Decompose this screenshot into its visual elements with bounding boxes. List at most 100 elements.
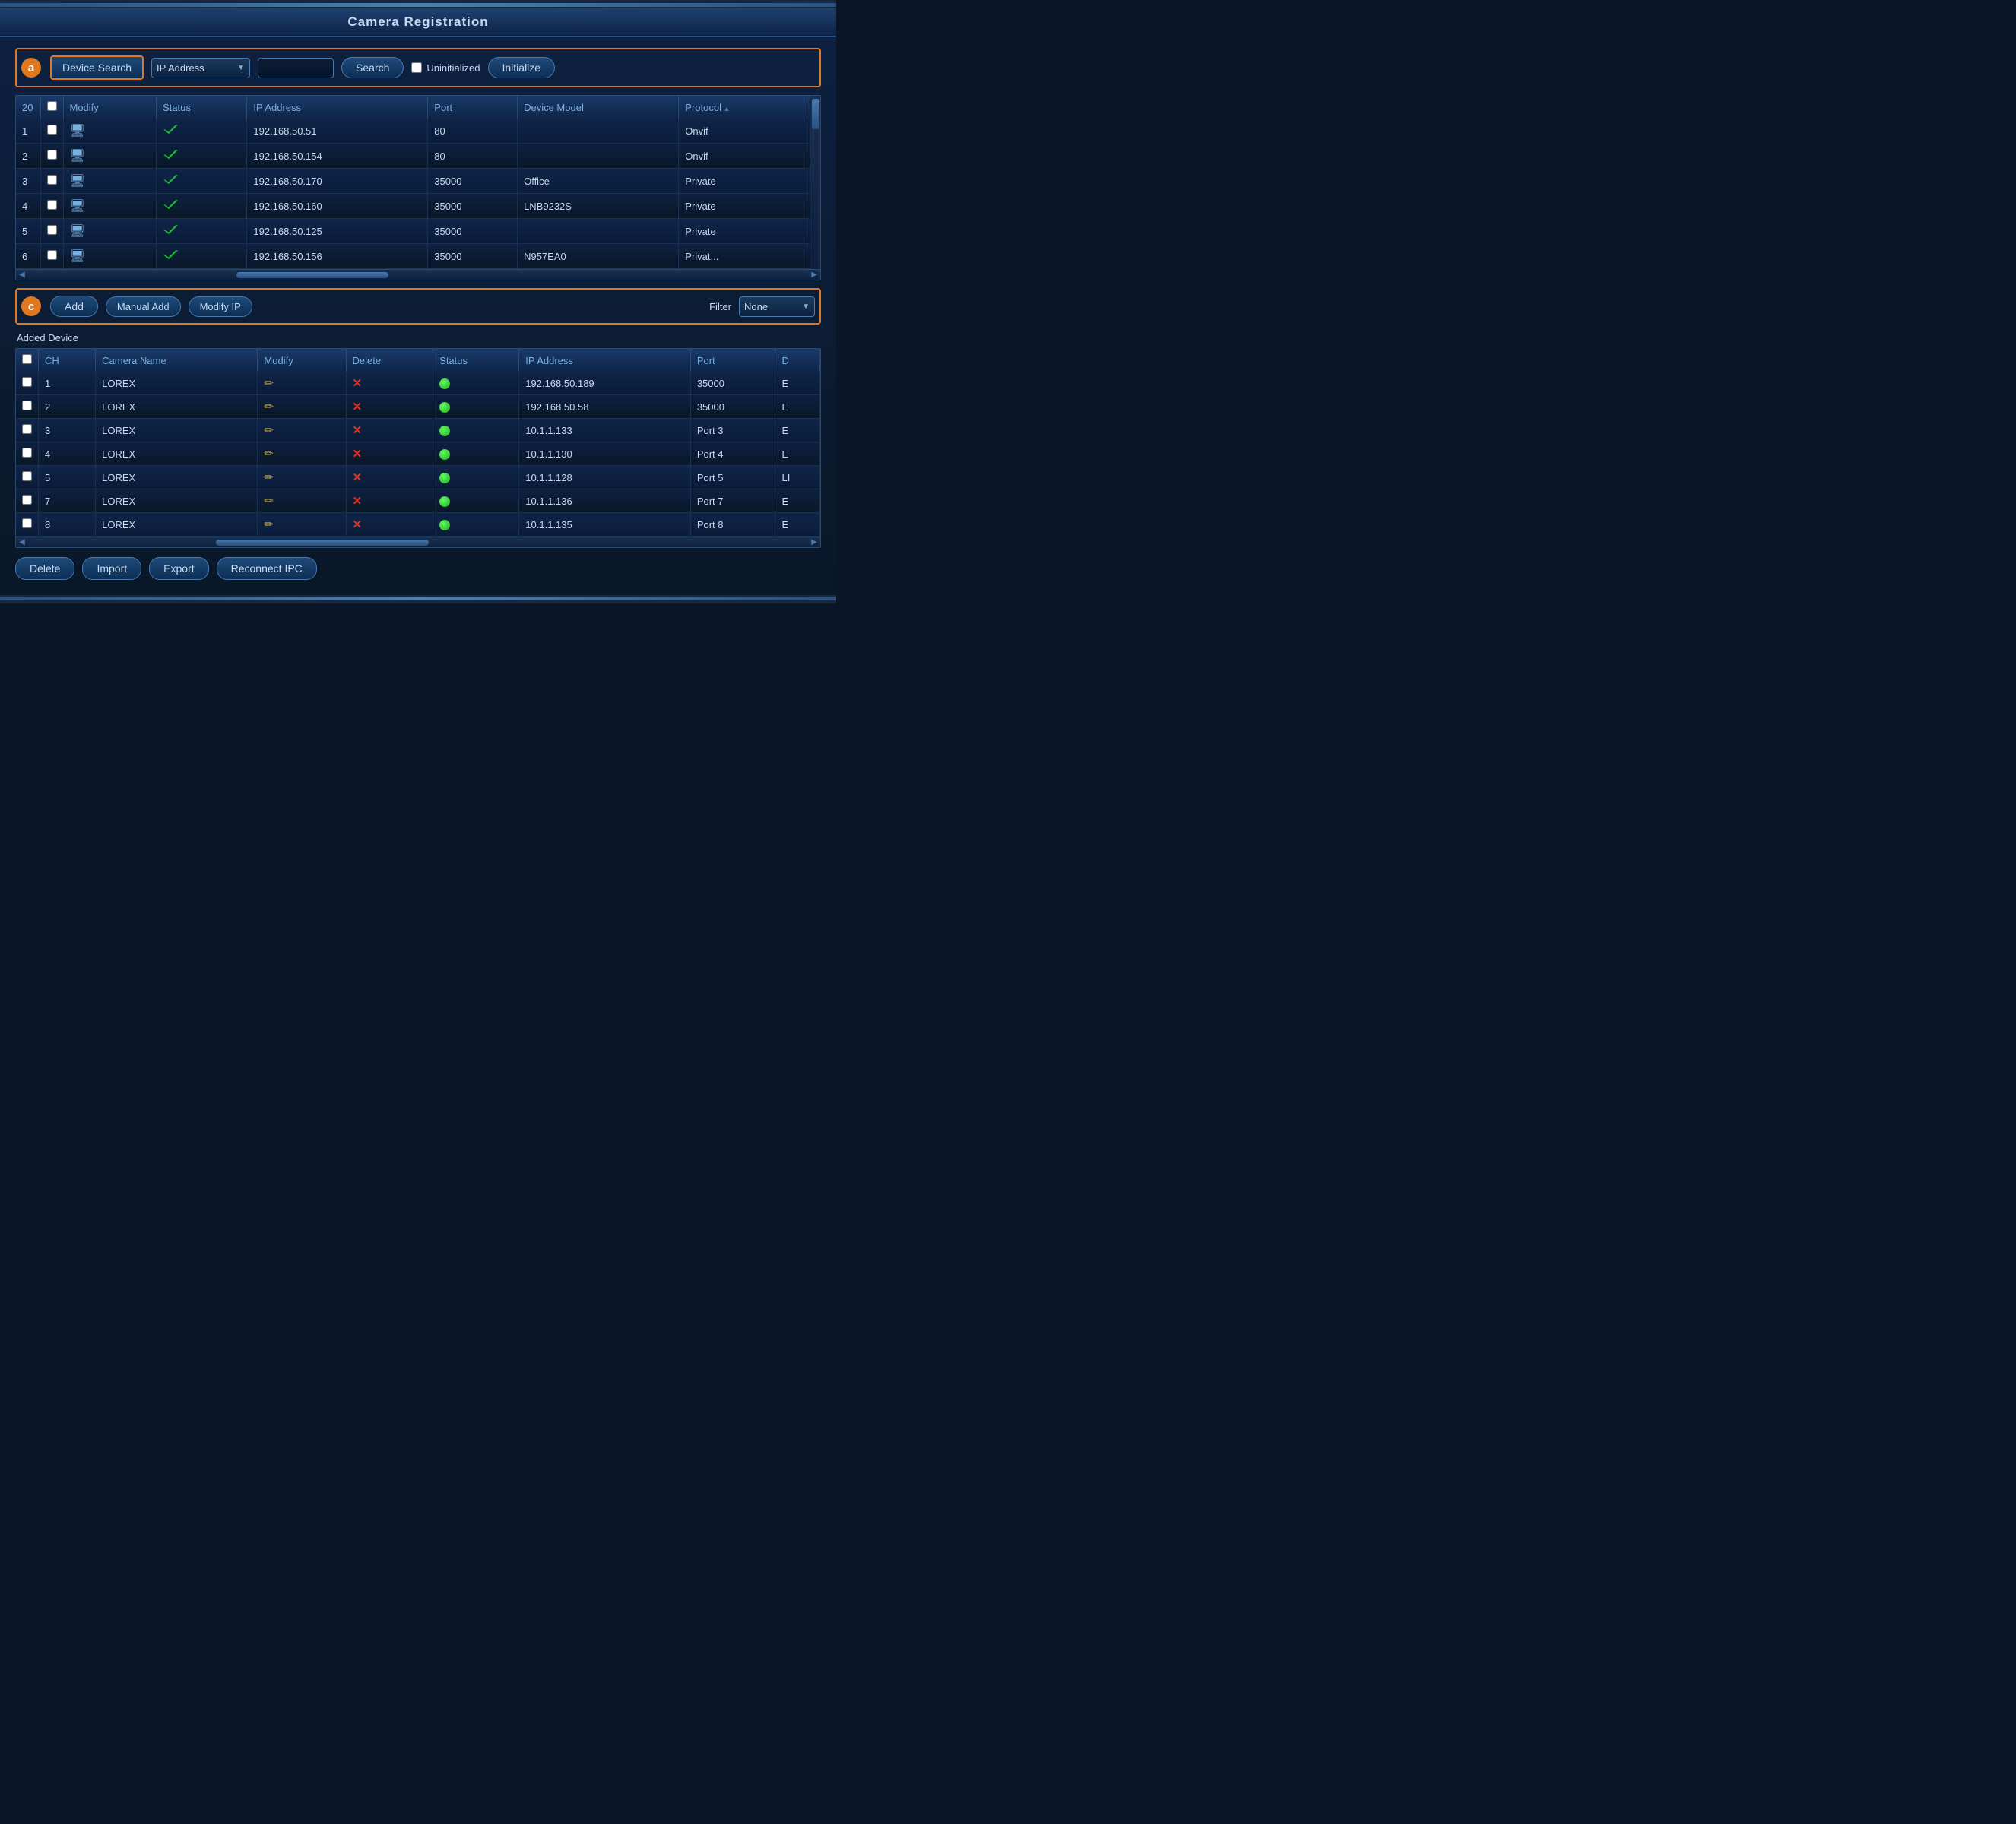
table-row: 1 🖥 192.168.50.51 80 Onvif <box>16 119 820 144</box>
row-checkbox[interactable] <box>22 495 32 505</box>
row-checkbox[interactable] <box>22 401 32 410</box>
delete-icon[interactable]: ✕ <box>353 377 363 390</box>
delete-icon[interactable]: ✕ <box>353 518 363 531</box>
row-checkbox[interactable] <box>22 471 32 481</box>
row-checkbox[interactable] <box>47 150 57 160</box>
delete-icon[interactable]: ✕ <box>353 424 363 437</box>
chevron-down-icon: ▼ <box>802 302 810 311</box>
edit-icon[interactable]: ✏ <box>264 495 274 508</box>
scroll-left-arrow[interactable]: ◀ <box>19 271 25 279</box>
camera-icon: 🖥 <box>70 198 85 214</box>
col-check-all[interactable] <box>40 96 63 119</box>
scroll-right-arrow[interactable]: ▶ <box>811 271 817 279</box>
status-online-icon <box>439 378 450 389</box>
table-row: 5 LOREX ✏ ✕ 10.1.1.128 Port 5 LI <box>16 466 820 489</box>
search-button[interactable]: Search <box>341 57 404 78</box>
select-all-checkbox[interactable] <box>47 101 57 111</box>
delete-button[interactable]: Delete <box>15 557 74 580</box>
delete-icon[interactable]: ✕ <box>353 448 363 461</box>
col-ip-added: IP Address <box>519 349 691 372</box>
camera-icon: 🖥 <box>70 148 85 163</box>
scroll-left-arrow[interactable]: ◀ <box>19 538 25 546</box>
row-checkbox[interactable] <box>22 518 32 528</box>
camera-icon: 🖥 <box>70 223 85 239</box>
row-checkbox[interactable] <box>22 448 32 458</box>
status-active-icon <box>163 250 178 261</box>
table-row: 2 LOREX ✏ ✕ 192.168.50.58 35000 E <box>16 395 820 419</box>
status-active-icon <box>163 200 178 211</box>
device-search-button[interactable]: Device Search <box>50 55 144 80</box>
scroll-thumb[interactable] <box>812 99 819 129</box>
status-online-icon <box>439 402 450 413</box>
scroll-thumb-horiz[interactable] <box>236 272 388 278</box>
status-active-icon <box>163 225 178 236</box>
status-active-icon <box>163 150 178 160</box>
edit-icon[interactable]: ✏ <box>264 377 274 390</box>
camera-icon: 🖥 <box>70 249 85 264</box>
row-checkbox[interactable] <box>47 125 57 135</box>
added-table-scrollbar[interactable]: ◀ ▶ <box>16 537 820 547</box>
col-status: Status <box>157 96 247 119</box>
row-checkbox[interactable] <box>47 200 57 210</box>
col-protocol: Protocol <box>679 96 807 119</box>
table-row: 3 🖥 192.168.50.170 35000 Office Private <box>16 169 820 194</box>
col-ip: IP Address <box>247 96 428 119</box>
camera-icon: 🖥 <box>70 123 85 138</box>
table-row: 2 🖥 192.168.50.154 80 Onvif <box>16 144 820 169</box>
col-port: Port <box>428 96 518 119</box>
table-row: 8 LOREX ✏ ✕ 10.1.1.135 Port 8 E <box>16 513 820 537</box>
table-row: 4 LOREX ✏ ✕ 10.1.1.130 Port 4 E <box>16 442 820 466</box>
uninitialized-checkbox[interactable] <box>411 62 422 73</box>
ip-address-dropdown[interactable]: IP Address ▼ <box>151 58 250 78</box>
col-check-all-added[interactable] <box>16 349 39 372</box>
horizontal-scrollbar[interactable]: ◀ ▶ <box>16 269 820 280</box>
row-checkbox[interactable] <box>47 225 57 235</box>
search-input[interactable] <box>258 58 334 78</box>
status-online-icon <box>439 520 450 530</box>
delete-icon[interactable]: ✕ <box>353 471 363 484</box>
scroll-thumb-added[interactable] <box>216 540 429 546</box>
edit-icon[interactable]: ✏ <box>264 401 274 413</box>
select-all-added-checkbox[interactable] <box>22 354 32 364</box>
col-modify-added: Modify <box>258 349 346 372</box>
import-button[interactable]: Import <box>82 557 141 580</box>
chevron-down-icon: ▼ <box>237 64 245 72</box>
row-checkbox[interactable] <box>47 250 57 260</box>
col-delete-added: Delete <box>346 349 433 372</box>
col-status-added: Status <box>433 349 519 372</box>
ip-address-label: IP Address <box>157 62 204 74</box>
col-count: 20 <box>16 96 40 119</box>
col-camera-name: Camera Name <box>96 349 258 372</box>
status-active-icon <box>163 175 178 185</box>
page-title: Camera Registration <box>0 8 836 37</box>
table-row: 4 🖥 192.168.50.160 35000 LNB9232S Privat… <box>16 194 820 219</box>
edit-icon[interactable]: ✏ <box>264 424 274 437</box>
modify-ip-button[interactable]: Modify IP <box>189 296 252 317</box>
status-active-icon <box>163 125 178 135</box>
added-device-label: Added Device <box>15 332 821 344</box>
row-checkbox[interactable] <box>22 424 32 434</box>
camera-icon: 🖥 <box>70 173 85 188</box>
status-online-icon <box>439 496 450 507</box>
status-online-icon <box>439 426 450 436</box>
delete-icon[interactable]: ✕ <box>353 401 363 413</box>
edit-icon[interactable]: ✏ <box>264 471 274 484</box>
badge-a: a <box>21 58 41 78</box>
col-d: D <box>775 349 820 372</box>
vertical-scrollbar[interactable] <box>810 96 820 269</box>
manual-add-button[interactable]: Manual Add <box>106 296 181 317</box>
edit-icon[interactable]: ✏ <box>264 448 274 461</box>
uninitialized-checkbox-label[interactable]: Uninitialized <box>411 62 480 74</box>
row-checkbox[interactable] <box>22 377 32 387</box>
filter-dropdown[interactable]: None ▼ <box>739 296 815 317</box>
toolbar-a: a Device Search IP Address ▼ Search Unin… <box>15 48 821 87</box>
edit-icon[interactable]: ✏ <box>264 518 274 531</box>
export-button[interactable]: Export <box>149 557 208 580</box>
row-checkbox[interactable] <box>47 175 57 185</box>
initialize-button[interactable]: Initialize <box>488 57 556 78</box>
add-button[interactable]: Add <box>50 296 98 317</box>
col-ch: CH <box>39 349 96 372</box>
scroll-right-arrow[interactable]: ▶ <box>811 538 817 546</box>
delete-icon[interactable]: ✕ <box>353 495 363 508</box>
reconnect-ipc-button[interactable]: Reconnect IPC <box>217 557 317 580</box>
